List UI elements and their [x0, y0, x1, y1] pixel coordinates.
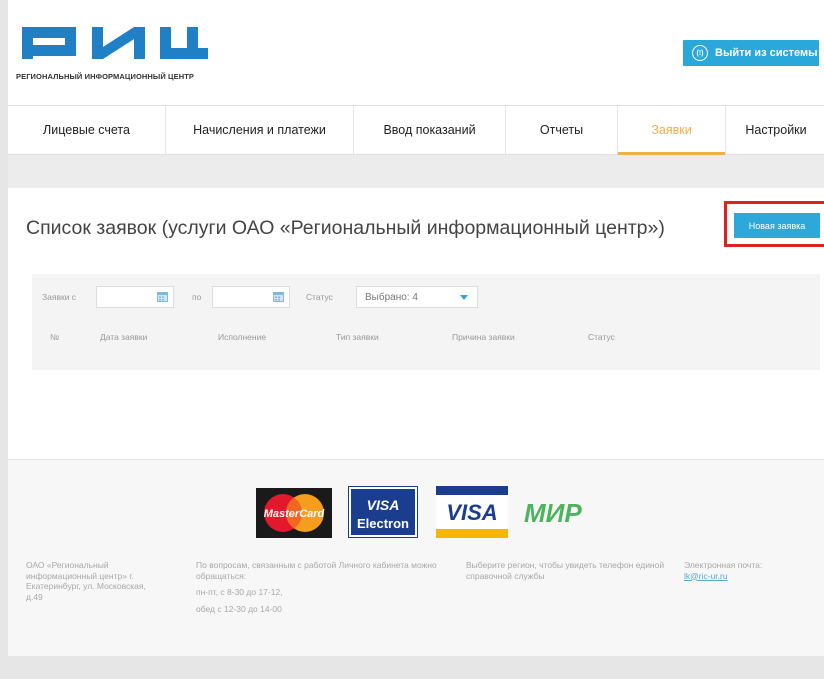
status-label: Статус	[306, 292, 333, 302]
mir-logo: МИР	[524, 498, 582, 528]
date-from-input[interactable]	[96, 286, 174, 308]
date-to-label: по	[192, 292, 202, 302]
bottom-band	[8, 656, 824, 679]
column-header-reason[interactable]: Причина заявки	[452, 332, 515, 342]
new-request-button[interactable]: Новая заявка	[734, 213, 820, 238]
main-nav: Лицевые счета Начисления и платежи Ввод …	[8, 105, 824, 155]
date-from-label: Заявки с	[42, 292, 77, 302]
tab-meter-readings[interactable]: Ввод показаний	[354, 106, 506, 154]
filter-row: Заявки с по Статус Выбрано: 4	[32, 286, 820, 310]
footer-region: Выберите регион, чтобы увидеть телефон е…	[466, 560, 665, 581]
footer-contact-text: По вопросам, связанным с работой Личного…	[196, 560, 437, 581]
status-select[interactable]: Выбрано: 4	[356, 286, 478, 308]
mastercard-logo: MasterCard	[256, 488, 332, 538]
svg-text:VISA: VISA	[367, 497, 400, 513]
tab-accounts[interactable]: Лицевые счета	[8, 106, 166, 154]
sub-nav-band	[8, 155, 824, 188]
logo-text: РЕГИОНАЛЬНЫЙ ИНФОРМАЦИОННЫЙ ЦЕНТР	[16, 72, 195, 81]
footer-hours-2: обед с 12-30 до 14-00	[196, 603, 282, 614]
visa-logo: VISA	[436, 486, 508, 538]
page-title: Список заявок (услуги ОАО «Региональный …	[26, 217, 665, 239]
column-header-type[interactable]: Тип заявки	[336, 332, 379, 342]
requests-panel: Заявки с по Статус Выбрано: 4 № Дата зая…	[32, 274, 820, 370]
footer-contact: По вопросам, связанным с работой Личного…	[196, 560, 441, 614]
svg-text:Electron: Electron	[357, 516, 409, 531]
logout-button[interactable]: (!) Выйти из системы	[683, 40, 819, 66]
column-header-date[interactable]: Дата заявки	[100, 332, 147, 342]
tab-requests[interactable]: Заявки	[618, 106, 726, 155]
chevron-down-icon	[460, 295, 468, 300]
column-header-execution[interactable]: Исполнение	[218, 332, 266, 342]
footer-company: ОАО «Региональный информационный центр» …	[26, 560, 146, 602]
date-to-input[interactable]	[212, 286, 290, 308]
footer: MasterCard VISA Electron VISA МИР ОАО «Р…	[8, 460, 824, 656]
footer-email-label: Электронная почта:	[684, 560, 763, 570]
mastercard-text: MasterCard	[264, 508, 325, 520]
tab-charges-payments[interactable]: Начисления и платежи	[166, 106, 354, 154]
logo-mark-icon	[22, 27, 208, 59]
logo[interactable]: РЕГИОНАЛЬНЫЙ ИНФОРМАЦИОННЫЙ ЦЕНТР	[16, 20, 216, 81]
mir-text: МИР	[524, 498, 582, 528]
header: РЕГИОНАЛЬНЫЙ ИНФОРМАЦИОННЫЙ ЦЕНТР (!) Вы…	[8, 0, 824, 100]
calendar-icon[interactable]	[157, 291, 168, 302]
visa-text: VISA	[446, 500, 497, 525]
tab-reports[interactable]: Отчеты	[506, 106, 618, 154]
calendar-icon[interactable]	[273, 291, 284, 302]
status-select-value: Выбрано: 4	[365, 292, 418, 303]
tab-settings[interactable]: Настройки	[726, 106, 824, 154]
column-header-status[interactable]: Статус	[588, 332, 615, 342]
footer-email: Электронная почта: lk@ric-ur.ru	[684, 560, 814, 581]
column-header-number[interactable]: №	[50, 332, 59, 342]
info-icon: (!)	[692, 45, 708, 61]
visa-electron-logo: VISA Electron	[348, 486, 418, 538]
footer-hours-1: пн-пт, с 8-30 до 17-12,	[196, 587, 283, 597]
footer-email-link[interactable]: lk@ric-ur.ru	[684, 571, 814, 582]
logout-label: Выйти из системы	[715, 47, 818, 59]
page: РЕГИОНАЛЬНЫЙ ИНФОРМАЦИОННЫЙ ЦЕНТР (!) Вы…	[8, 0, 824, 679]
